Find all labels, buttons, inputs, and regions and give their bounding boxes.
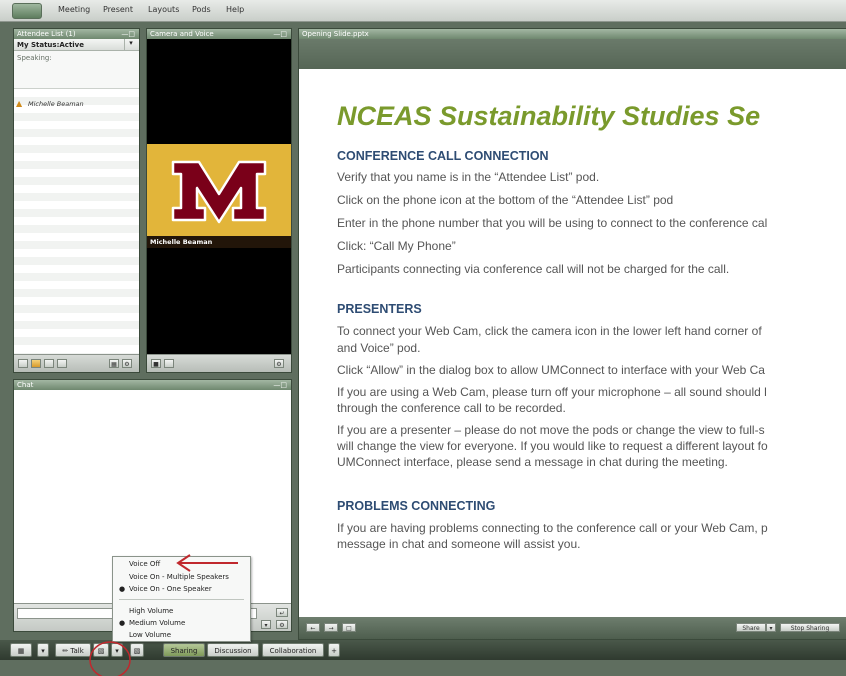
- red-arrow-annotation: [176, 554, 238, 572]
- annotation-overlay: [89, 554, 238, 676]
- red-circle-annotation: [89, 641, 131, 676]
